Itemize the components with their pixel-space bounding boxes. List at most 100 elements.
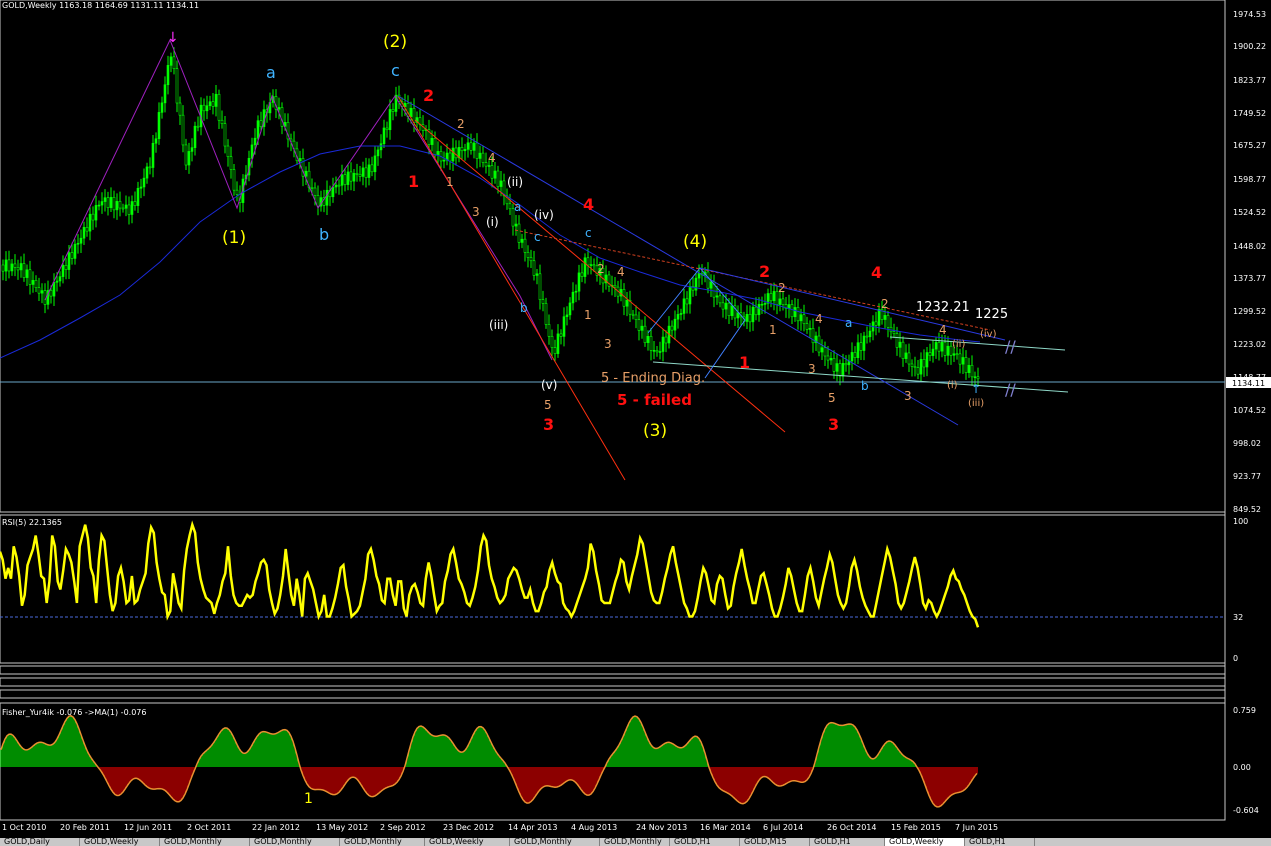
- candle-body: [436, 151, 440, 155]
- wave-label: 4: [583, 195, 594, 214]
- candle-body: [976, 376, 980, 380]
- candle-body: [529, 257, 533, 262]
- candle-body: [298, 158, 302, 162]
- candle-body: [487, 165, 491, 167]
- candle-body: [130, 201, 134, 215]
- candle-body: [583, 257, 587, 277]
- price-label: 1225: [975, 307, 1008, 322]
- wave-label: (i): [947, 380, 958, 391]
- wave-label: c: [391, 61, 400, 80]
- candle-body: [208, 101, 212, 107]
- candle-body: [16, 267, 20, 271]
- chart-tab[interactable]: GOLD,Monthly: [250, 838, 340, 846]
- candle-body: [973, 376, 977, 379]
- candle-body: [451, 147, 455, 162]
- candle-body: [727, 302, 731, 317]
- candle-body: [850, 352, 854, 362]
- wave-label: 5 - Ending Diag.: [601, 371, 705, 386]
- time-tick: 4 Aug 2013: [571, 823, 617, 832]
- chart-tab[interactable]: GOLD,Monthly: [600, 838, 670, 846]
- chart-tab[interactable]: GOLD,H1: [810, 838, 885, 846]
- candle-body: [748, 313, 752, 323]
- chart-tab[interactable]: GOLD,Monthly: [510, 838, 600, 846]
- candle-body: [655, 350, 659, 353]
- candle-body: [88, 213, 92, 232]
- candle-body: [508, 203, 512, 210]
- time-tick: 6 Jul 2014: [763, 823, 803, 832]
- candle-body: [232, 169, 236, 191]
- candle-body: [31, 280, 35, 285]
- wave-label: a: [514, 200, 521, 214]
- wave-label: 3: [604, 337, 612, 351]
- chart-tab[interactable]: GOLD,Weekly: [425, 838, 510, 846]
- fisher-histogram: [0, 715, 978, 807]
- wave-label: (iii): [489, 318, 508, 332]
- candle-body: [178, 102, 182, 116]
- candle-body: [853, 352, 857, 358]
- candle-body: [676, 314, 680, 320]
- time-tick: 13 May 2012: [316, 823, 368, 832]
- candle-body: [166, 65, 170, 86]
- candle-body: [160, 102, 164, 113]
- candle-body: [835, 363, 839, 372]
- candle-body: [925, 352, 929, 368]
- candle-body: [697, 272, 701, 279]
- wave-label: a: [266, 63, 276, 82]
- candle-body: [562, 316, 566, 337]
- fisher-wave-label: 1: [304, 791, 313, 807]
- chart-tab[interactable]: GOLD,H1: [965, 838, 1035, 846]
- candle-body: [547, 324, 551, 337]
- candle-body: [481, 152, 485, 163]
- price-tick: 998.02: [1233, 439, 1261, 448]
- candle-body: [412, 107, 416, 123]
- candle-body: [586, 257, 590, 266]
- fisher-tick: 0.00: [1233, 763, 1251, 772]
- candle-body: [841, 363, 845, 377]
- candle-body: [118, 201, 122, 209]
- candle-body: [724, 302, 728, 310]
- break-symbol-icon: //: [1005, 380, 1016, 399]
- candle-body: [76, 242, 80, 245]
- price-tick: 1074.52: [1233, 406, 1266, 415]
- price-tick: 1223.02: [1233, 340, 1266, 349]
- candle-body: [55, 280, 59, 283]
- chart-tab[interactable]: GOLD,H1: [670, 838, 740, 846]
- candle-body: [142, 177, 146, 188]
- candle-body: [892, 331, 896, 334]
- chart-canvas[interactable]: GOLD,Weekly 1163.18 1164.69 1131.11 1134…: [0, 0, 1271, 846]
- candle-body: [535, 273, 539, 276]
- wave-zigzag-magenta: [44, 38, 553, 361]
- chart-tab[interactable]: GOLD,M15: [740, 838, 810, 846]
- candle-body: [907, 352, 911, 365]
- wave-label: (3): [643, 421, 667, 441]
- candle-body: [157, 112, 161, 140]
- candle-body: [121, 207, 125, 210]
- candle-body: [670, 325, 674, 331]
- time-tick: 16 Mar 2014: [700, 823, 751, 832]
- candle-body: [553, 347, 557, 354]
- main-panel-border: [0, 0, 1226, 513]
- wave-label: 2: [423, 86, 434, 105]
- candle-body: [868, 330, 872, 338]
- candle-body: [148, 166, 152, 169]
- candle-body: [658, 351, 662, 353]
- candle-body: [205, 105, 209, 112]
- candle-body: [163, 84, 167, 104]
- wave-label: (2): [383, 32, 407, 52]
- candle-body: [913, 366, 917, 368]
- candle-body: [73, 243, 77, 259]
- chart-tab[interactable]: GOLD,Daily: [0, 838, 80, 846]
- candle-body: [91, 213, 95, 221]
- candle-body: [409, 107, 413, 117]
- candle-body: [646, 336, 650, 343]
- chart-tab-active[interactable]: GOLD,Weekly: [885, 838, 965, 846]
- chart-tab[interactable]: GOLD,Weekly: [80, 838, 160, 846]
- chart-tab[interactable]: GOLD,Monthly: [160, 838, 250, 846]
- candle-body: [22, 263, 26, 278]
- candle-body: [859, 342, 863, 351]
- candle-body: [751, 306, 755, 323]
- candle-body: [661, 336, 665, 352]
- chart-tab[interactable]: GOLD,Monthly: [340, 838, 425, 846]
- candle-body: [181, 114, 185, 146]
- candle-body: [331, 186, 335, 198]
